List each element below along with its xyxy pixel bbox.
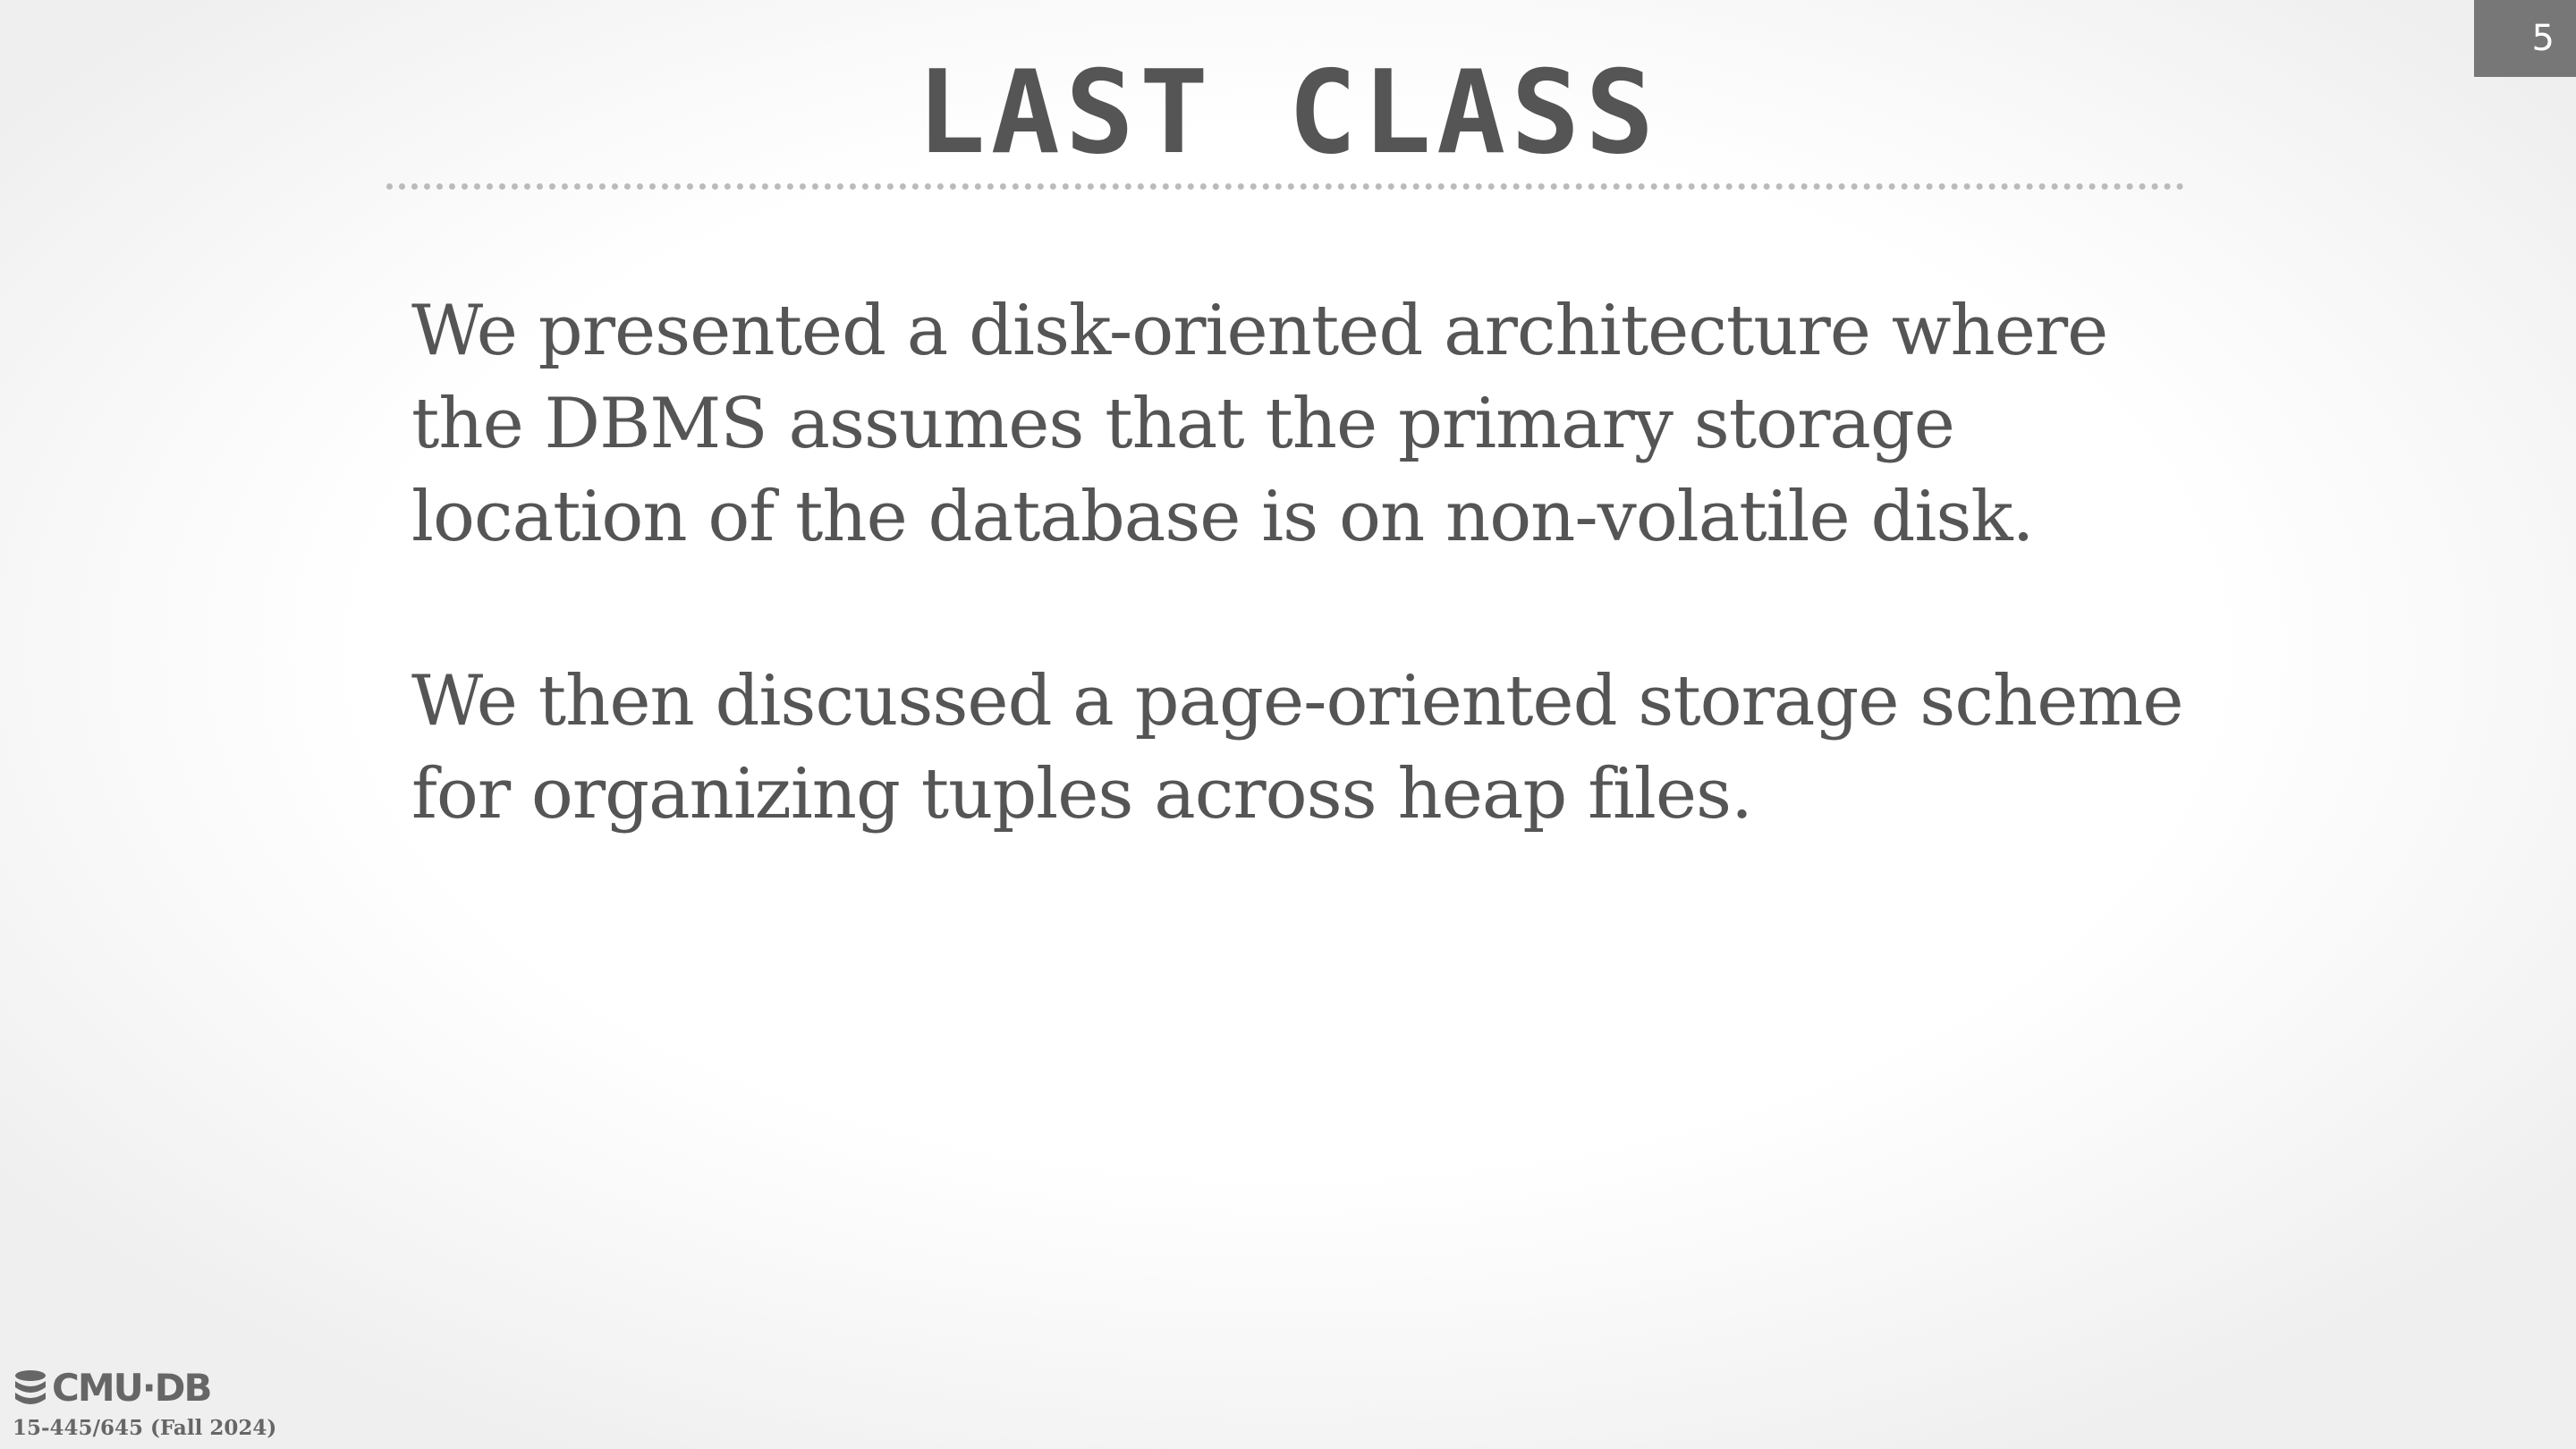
cmu-db-logo: CMU·DB <box>13 1366 213 1410</box>
paragraph-page-oriented: We then discussed a page-oriented storag… <box>411 661 2184 835</box>
logo-text: CMU·DB <box>52 1366 213 1410</box>
slide-body: We presented a disk-oriented architectur… <box>411 284 2218 932</box>
database-icon <box>15 1370 46 1404</box>
slide: LAST CLASS 5 We presented a disk-oriente… <box>0 0 2576 1449</box>
title-divider <box>386 183 2184 190</box>
paragraph-disk-oriented: We presented a disk-oriented architectur… <box>411 291 2108 557</box>
slide-title: LAST CLASS <box>916 47 1660 180</box>
course-label: 15-445/645 (Fall 2024) <box>13 1416 277 1440</box>
page-number: 5 <box>2474 0 2576 77</box>
